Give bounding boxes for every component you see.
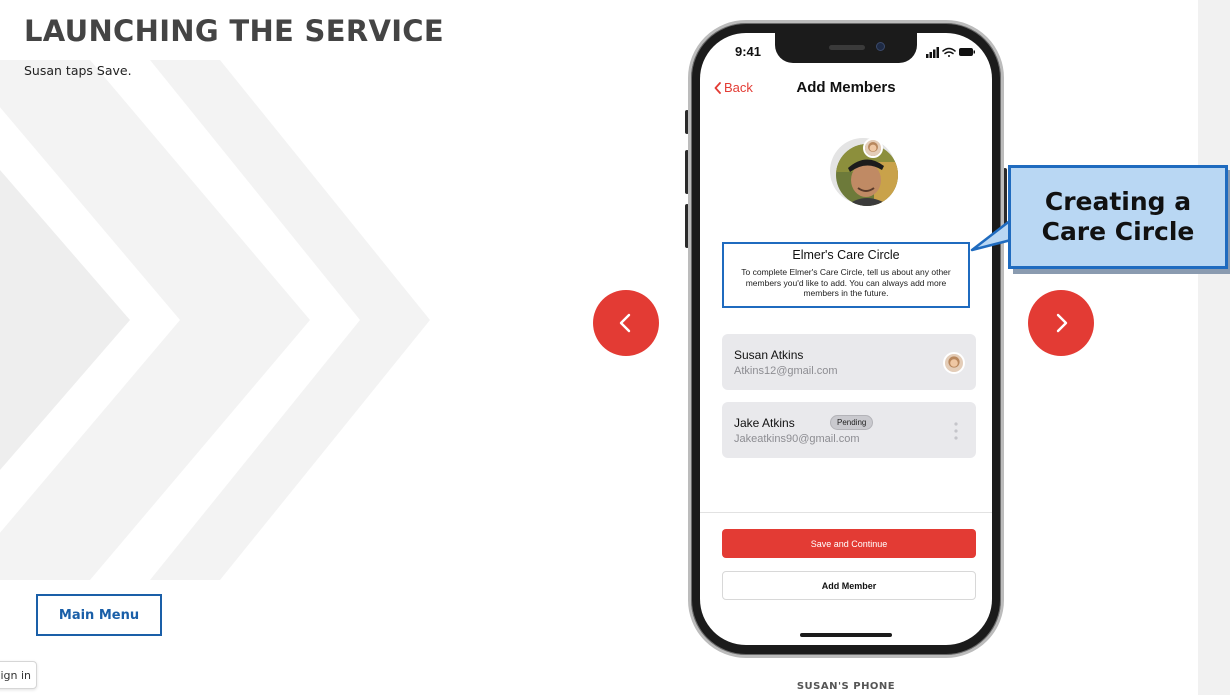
next-slide-button[interactable] xyxy=(1028,290,1094,356)
phone-speaker xyxy=(829,45,865,50)
footer-divider xyxy=(700,512,992,513)
page-title: LAUNCHING THE SERVICE xyxy=(24,14,444,48)
member-name: Jake Atkins xyxy=(734,416,795,430)
member-card-susan[interactable] xyxy=(722,334,976,390)
home-indicator xyxy=(800,633,892,637)
page-subtitle: Susan taps Save. xyxy=(24,63,132,78)
member-email: Jakeatkins90@gmail.com xyxy=(734,433,860,445)
main-menu-button[interactable]: Main Menu xyxy=(36,594,162,636)
member-email: Atkins12@gmail.com xyxy=(734,365,838,377)
battery-icon xyxy=(959,48,975,56)
previous-slide-button[interactable] xyxy=(593,290,659,356)
wifi-icon xyxy=(942,47,956,57)
save-and-continue-button[interactable]: Save and Continue xyxy=(722,529,976,558)
member-name: Susan Atkins xyxy=(734,348,804,362)
more-vertical-icon[interactable] xyxy=(953,421,959,441)
status-time: 9:41 xyxy=(735,44,762,59)
callout-box: Creating a Care Circle xyxy=(1008,165,1228,269)
phone-camera xyxy=(876,42,885,51)
background-chevrons xyxy=(0,60,430,580)
signal-icon xyxy=(926,47,939,58)
screen-title: Add Members xyxy=(796,79,896,96)
status-badge: Pending xyxy=(830,415,874,430)
callout-line-2: Care Circle xyxy=(1041,217,1195,246)
right-scroll-strip xyxy=(1198,0,1230,695)
sign-in-tab[interactable]: Sign in xyxy=(0,661,37,689)
sign-in-label: Sign in xyxy=(0,668,31,682)
annotation-highlight-box xyxy=(722,242,970,308)
chevron-left-icon xyxy=(619,313,631,333)
phone-caption: SUSAN'S PHONE xyxy=(796,681,896,692)
add-member-button[interactable]: Add Member xyxy=(722,571,976,600)
member-card-jake[interactable] xyxy=(722,402,976,458)
owner-mini-avatar xyxy=(863,138,883,158)
member-avatar xyxy=(943,352,965,374)
chevron-right-icon xyxy=(1056,313,1068,333)
status-icons xyxy=(926,47,975,58)
callout-line-1: Creating a xyxy=(1044,187,1192,216)
